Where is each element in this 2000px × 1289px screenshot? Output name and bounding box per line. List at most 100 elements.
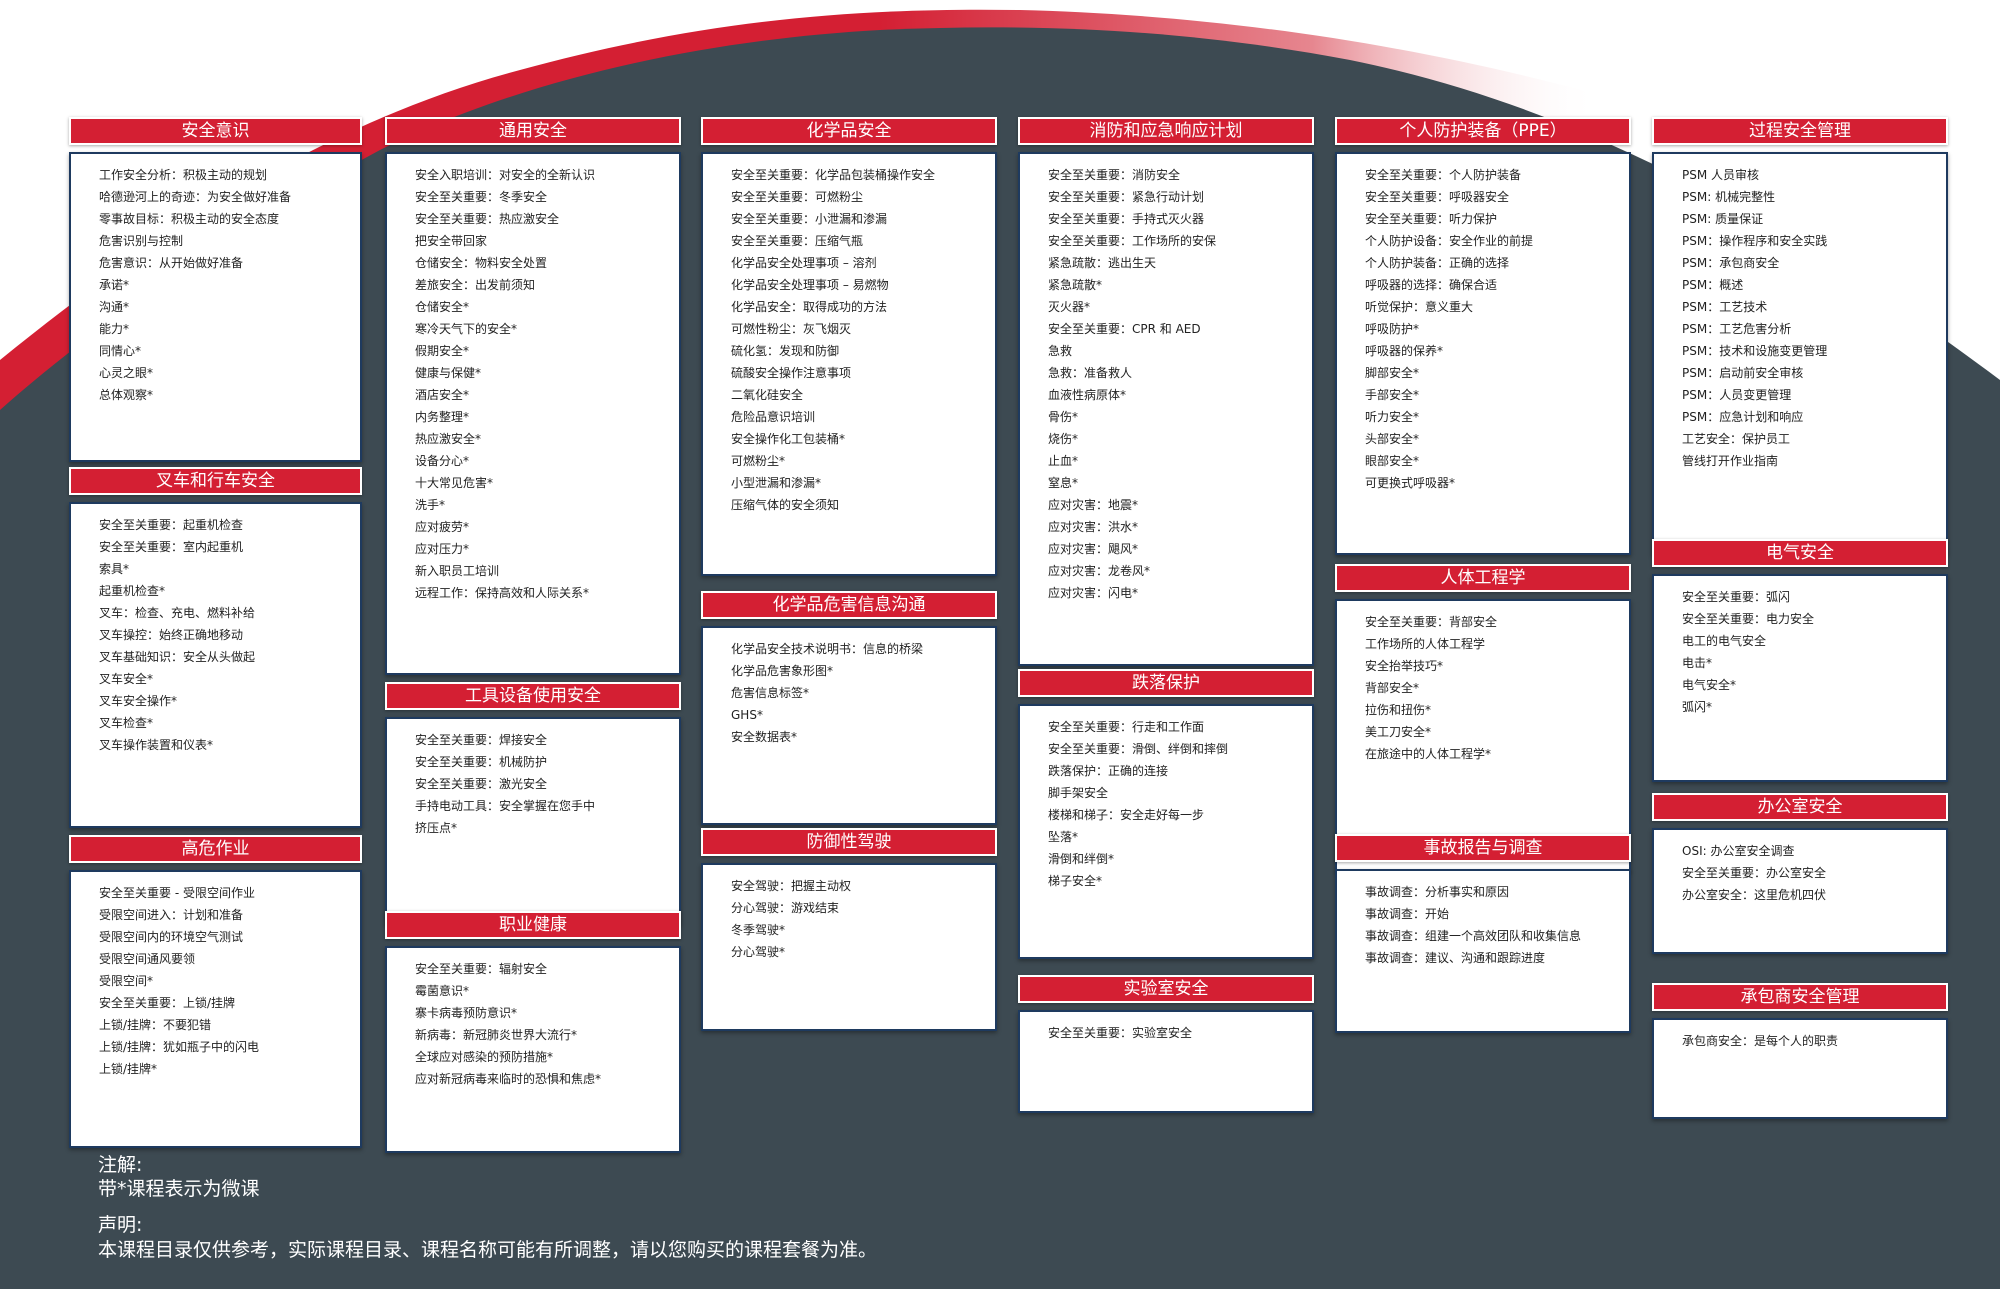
course-name: 安全至关重要：冬季安全 [415,190,548,204]
course-item: ►事故调查：组建一个高效团队和收集信息 [1365,925,1623,947]
course-name: PSM：人员变更管理 [1682,388,1792,402]
course-item: ►安全至关重要：室内起重机 [99,536,354,558]
course-list: ►安全至关重要 - 受限空间作业►受限空间进入：计划和准备►受限空间内的环境空气… [71,872,360,1080]
course-name: 叉车检查* [99,716,154,730]
course-item: ►紧急疏散：逃出生天 [1048,252,1306,274]
course-item: ►PSM：概述 [1682,274,1940,296]
course-item: ►脚部安全* [1365,362,1623,384]
course-item: ►PSM: 质量保证 [1682,208,1940,230]
course-item: ►叉车基础知识：安全从头做起 [99,646,354,668]
course-name: 紧急疏散：逃出生天 [1048,256,1157,270]
note-text: 带*课程表示为微课 [98,1178,260,1200]
course-name: 血液性病原体* [1048,388,1127,402]
course-item: ►酒店安全* [415,384,673,406]
course-item: ►设备分心* [415,450,673,472]
course-name: 叉车安全操作* [99,694,178,708]
course-item: ►安全至关重要：消防安全 [1048,164,1306,186]
course-name: 工作安全分析：积极主动的规划 [99,168,268,182]
course-item: ►急救：准备救人 [1048,362,1306,384]
course-item: ►热应激安全* [415,428,673,450]
statement-label: 声明: [98,1214,143,1236]
course-name: 化学品安全处理事项 – 易燃物 [731,278,889,292]
course-item: ►仓储安全：物料安全处置 [415,252,673,274]
course-list: ►OSI: 办公室安全调查►安全至关重要：办公室安全►办公室安全：这里危机四伏 [1654,830,1946,906]
course-item: ►健康与保健* [415,362,673,384]
course-item: ►拉伤和扭伤* [1365,699,1623,721]
course-name: 安全至关重要：个人防护装备 [1365,168,1522,182]
course-name: 危害识别与控制 [99,234,184,248]
course-name: 同情心* [99,344,142,358]
course-name: 十大常见危害* [415,476,494,490]
course-item: ►事故调查：分析事实和原因 [1365,881,1623,903]
course-item: ►硫酸安全操作注意事项 [731,362,989,384]
course-list-box: ►工作安全分析：积极主动的规划►哈德逊河上的奇迹：为安全做好准备►零事故目标：积… [69,152,362,462]
course-item: ►听力安全* [1365,406,1623,428]
course-item: ►二氧化硅安全 [731,384,989,406]
course-item: ►仓储安全* [415,296,673,318]
course-name: 叉车操控：始终正确地移动 [99,628,244,642]
course-item: ►安全至关重要：背部安全 [1365,611,1623,633]
course-item: ►PSM：承包商安全 [1682,252,1940,274]
course-item: ►化学品安全处理事项 – 易燃物 [731,274,989,296]
course-name: 受限空间通风要领 [99,952,196,966]
course-item: ►呼吸防护* [1365,318,1623,340]
course-name: 安全至关重要 - 受限空间作业 [99,886,255,900]
course-item: ►分心驾驶* [731,941,989,963]
course-name: 呼吸防护* [1365,322,1420,336]
course-name: 安全至关重要：背部安全 [1365,615,1498,629]
course-item: ►化学品安全处理事项 – 溶剂 [731,252,989,274]
category-title: 跌落保护 [1018,669,1314,697]
course-item: ►可更换式呼吸器* [1365,472,1623,494]
category-title: 个人防护装备（PPE） [1335,117,1631,145]
course-item: ►寒冷天气下的安全* [415,318,673,340]
course-item: ►坠落* [1048,826,1306,848]
course-item: ►危害识别与控制 [99,230,354,252]
course-item: ►承诺* [99,274,354,296]
course-item: ►安全至关重要：激光安全 [415,773,673,795]
course-name: 挤压点* [415,821,458,835]
course-name: 在旅途中的人体工程学* [1365,747,1492,761]
course-name: 事故调查：分析事实和原因 [1365,885,1510,899]
course-name: 总体观察* [99,388,154,402]
course-item: ►PSM: 机械完整性 [1682,186,1940,208]
course-name: 弧闪* [1682,700,1713,714]
course-name: GHS* [731,708,763,722]
course-item: ►心灵之眼* [99,362,354,384]
course-name: 安全至关重要：紧急行动计划 [1048,190,1205,204]
course-name: 止血* [1048,454,1079,468]
course-name: 电气安全* [1682,678,1737,692]
course-name: 分心驾驶* [731,945,786,959]
course-item: ►应对灾害：飓风* [1048,538,1306,560]
category-title: 高危作业 [69,835,362,863]
course-name: 叉车：检查、充电、燃料补给 [99,606,256,620]
course-item: ►可燃粉尘* [731,450,989,472]
course-name: 工艺安全：保护员工 [1682,432,1791,446]
category-card-19: 承包商安全管理 ►承包商安全：是每个人的职责 [1652,983,1948,1119]
course-item: ►应对灾害：闪电* [1048,582,1306,604]
course-item: ►危害信息标签* [731,682,989,704]
course-item: ►安全至关重要：实验室安全 [1048,1022,1306,1044]
catalog-page: 安全意识 ►工作安全分析：积极主动的规划►哈德逊河上的奇迹：为安全做好准备►零事故… [0,0,2000,1289]
course-item: ►眼部安全* [1365,450,1623,472]
category-card-16: 过程安全管理►PSM 人员审核►PSM: 机械完整性►PSM: 质量保证►PSM… [1652,117,1948,555]
course-name: PSM：操作程序和安全实践 [1682,234,1828,248]
course-name: 梯子安全* [1048,874,1103,888]
course-item: ►应对疲劳* [415,516,673,538]
course-name: 新病毒：新冠肺炎世界大流行* [415,1028,578,1042]
course-item: ►灭火器* [1048,296,1306,318]
course-name: 索具* [99,562,130,576]
course-name: 脚手架安全 [1048,786,1109,800]
course-list: ►承包商安全：是每个人的职责 [1654,1020,1946,1052]
course-item: ►在旅途中的人体工程学* [1365,743,1623,765]
course-list: ►安全驾驶：把握主动权►分心驾驶：游戏结束►冬季驾驶*►分心驾驶* [703,865,995,963]
course-list-box: ►安全至关重要：化学品包装桶操作安全►安全至关重要：可燃粉尘►安全至关重要：小泄… [701,152,997,576]
category-card-13: 个人防护装备（PPE） ►安全至关重要：个人防护装备►安全至关重要：呼吸器安全►安… [1335,117,1631,555]
course-name: 安全至关重要：热应激安全 [415,212,560,226]
course-name: 应对灾害：飓风* [1048,542,1139,556]
course-item: ►个人防护设备：安全作业的前提 [1365,230,1623,252]
course-item: ►跌落保护：正确的连接 [1048,760,1306,782]
category-card-15: 事故报告与调查 ►事故调查：分析事实和原因►事故调查：开始►事故调查：组建一个高效… [1335,834,1631,1033]
course-name: 应对新冠病毒来临时的恐惧和焦虑* [415,1072,602,1086]
course-item: ►事故调查：建议、沟通和跟踪进度 [1365,947,1623,969]
course-item: ►安全入职培训：对安全的全新认识 [415,164,673,186]
